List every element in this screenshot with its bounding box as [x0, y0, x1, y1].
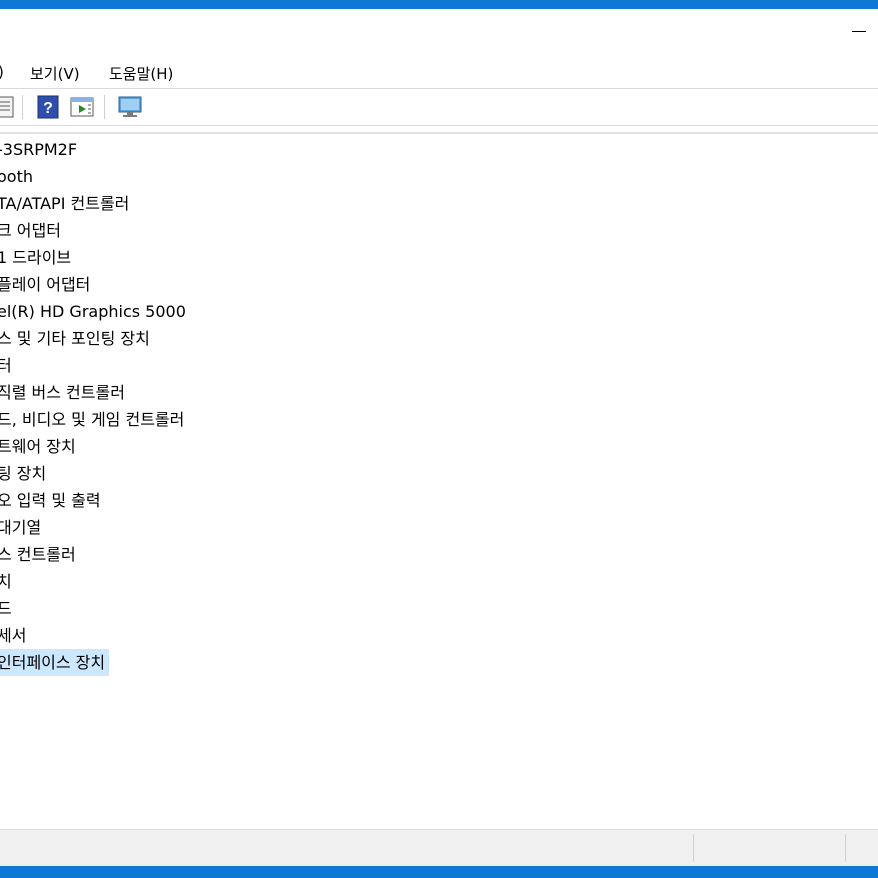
tree-item[interactable]: 대기열: [0, 514, 45, 541]
tree-item[interactable]: 스 컨트롤러: [0, 541, 80, 568]
window-border-top: [0, 0, 878, 9]
tree-item[interactable]: 1 드라이브: [0, 244, 75, 271]
monitor-icon[interactable]: [118, 95, 142, 119]
title-bar: [0, 9, 878, 59]
minimize-button[interactable]: [832, 9, 878, 53]
menu-item-help[interactable]: 도움말(H): [109, 63, 173, 84]
tree-item[interactable]: 스 및 기타 포인팅 장치: [0, 325, 154, 352]
tree-item[interactable]: 팅 장치: [0, 460, 50, 487]
run-icon[interactable]: [70, 95, 94, 119]
toolbar-separator: [22, 95, 23, 119]
tree-item[interactable]: el(R) HD Graphics 5000: [0, 298, 190, 325]
menu-item-view[interactable]: 보기(V): [30, 63, 80, 84]
help-icon[interactable]: ?: [36, 95, 60, 119]
tree-item[interactable]: ooth: [0, 163, 37, 190]
status-pane: [845, 834, 846, 862]
svg-text:?: ?: [43, 100, 53, 117]
tree-item[interactable]: -3SRPM2F: [0, 136, 81, 163]
tree-item[interactable]: 직렬 버스 컨트롤러: [0, 379, 129, 406]
properties-icon[interactable]: [0, 95, 18, 119]
device-tree: -3SRPM2F ooth TA/ATAPI 컨트롤러 크 어댑터 1 드라이브 플레이 …: [0, 136, 878, 826]
tree-item[interactable]: 세서: [0, 622, 30, 649]
toolbar-separator: [104, 95, 105, 119]
tree-item[interactable]: 트웨어 장치: [0, 433, 80, 460]
tree-item[interactable]: TA/ATAPI 컨트롤러: [0, 190, 133, 217]
tree-item[interactable]: 인터페이스 장치: [0, 649, 110, 676]
tree-item[interactable]: 오 입력 및 출력: [0, 487, 105, 514]
status-pane: [693, 834, 694, 862]
tree-item[interactable]: 터: [0, 352, 16, 379]
menu-item-partial[interactable]: ): [0, 63, 4, 81]
tree-item[interactable]: 플레이 어댑터: [0, 271, 94, 298]
minimize-icon: [852, 31, 866, 32]
window-border-bottom: [0, 866, 878, 878]
content-divider: [0, 132, 878, 134]
tree-item[interactable]: 크 어댑터: [0, 217, 65, 244]
tree-item[interactable]: 드: [0, 595, 16, 622]
tree-item[interactable]: 치: [0, 568, 16, 595]
toolbar: ?: [0, 88, 878, 126]
status-bar: [0, 829, 878, 866]
menu-bar: ) 보기(V) 도움말(H): [0, 59, 878, 87]
tree-item[interactable]: 드, 비디오 및 게임 컨트롤러: [0, 406, 188, 433]
